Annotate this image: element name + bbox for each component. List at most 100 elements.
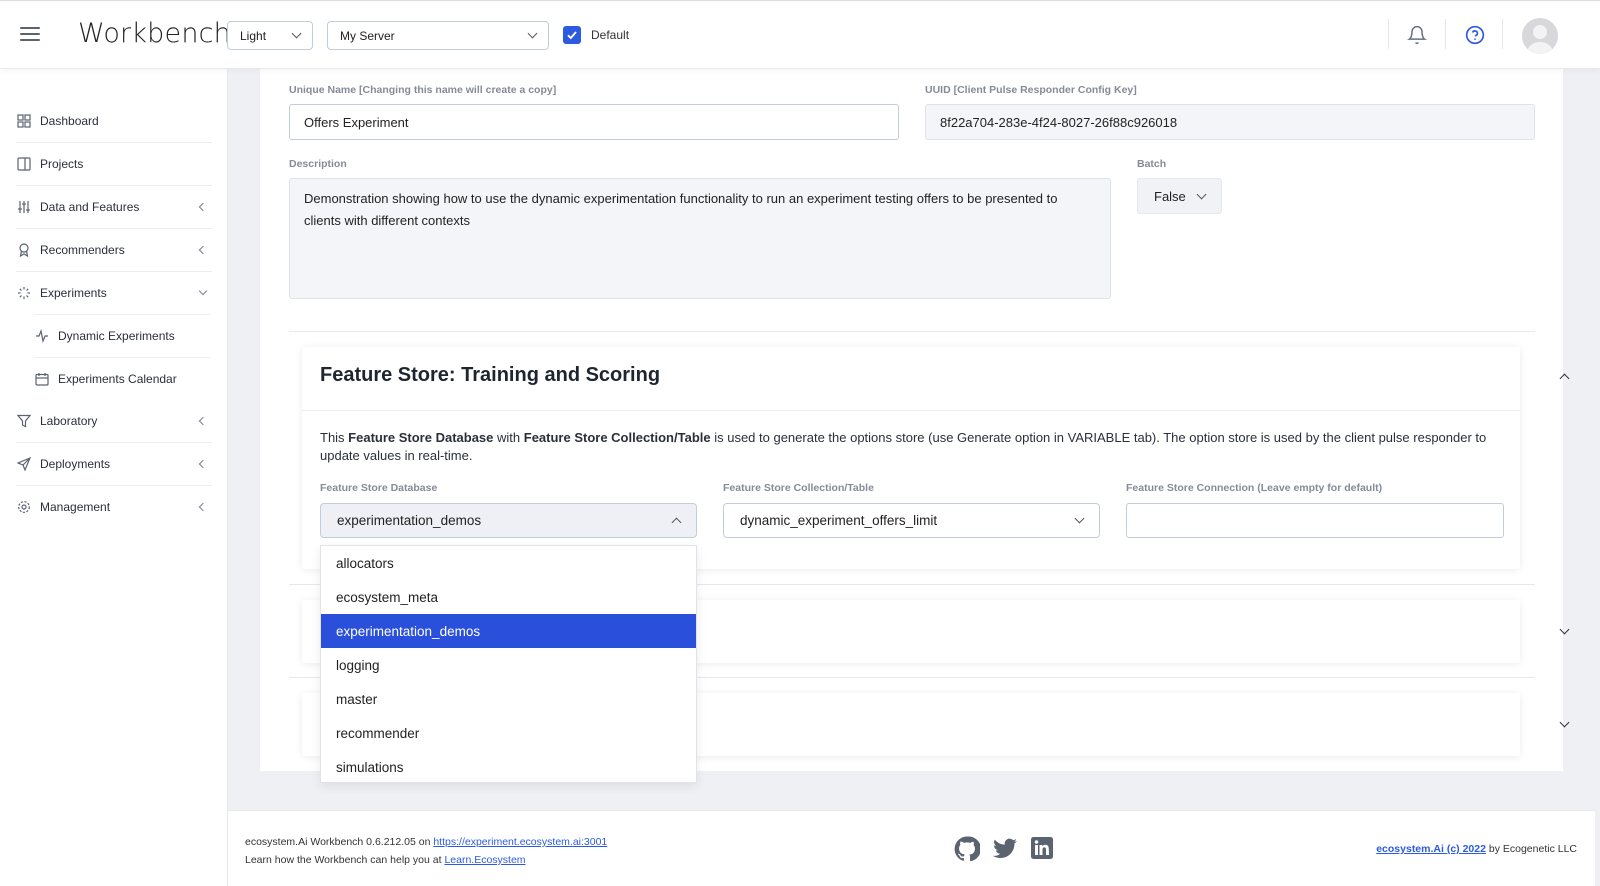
unique-name-input[interactable]: Offers Experiment bbox=[289, 104, 899, 140]
uuid-label: UUID [Client Pulse Responder Config Key] bbox=[925, 84, 1137, 96]
sliders-icon bbox=[18, 201, 30, 213]
learn-link[interactable]: Learn.Ecosystem bbox=[444, 854, 525, 866]
header-divider bbox=[1502, 19, 1503, 49]
server-select[interactable]: My Server bbox=[327, 21, 549, 50]
description-label: Description bbox=[289, 158, 347, 170]
dropdown-option[interactable]: simulations bbox=[321, 750, 696, 784]
calendar-icon bbox=[35, 373, 49, 386]
sidebar-item-label: Management bbox=[40, 500, 111, 514]
help-icon[interactable] bbox=[1465, 25, 1485, 45]
loader-icon bbox=[18, 287, 30, 299]
sidebar-item-experiments[interactable]: Experiments bbox=[0, 272, 228, 314]
sidebar-item-deployments[interactable]: Deployments bbox=[0, 443, 228, 485]
footer-copyright: ecosystem.Ai (c) 2022 by Ecogenetic LLC bbox=[1376, 843, 1577, 855]
sidebar-item-label: Laboratory bbox=[40, 414, 98, 428]
dropdown-option[interactable]: logging bbox=[321, 648, 696, 682]
theme-select-value: Light bbox=[240, 28, 267, 43]
menu-icon[interactable] bbox=[20, 27, 40, 41]
bell-icon[interactable] bbox=[1407, 25, 1427, 45]
chevron-down-icon bbox=[1074, 513, 1085, 524]
top-header: Workbench Light My Server Default bbox=[0, 0, 1600, 69]
unique-name-label: Unique Name [Changing this name will cre… bbox=[289, 84, 557, 96]
feature-store-description: This Feature Store Database with Feature… bbox=[320, 430, 1487, 463]
dropdown-option-selected[interactable]: experimentation_demos bbox=[321, 614, 696, 648]
default-label: Default bbox=[591, 28, 630, 42]
unique-name-value: Offers Experiment bbox=[304, 114, 409, 130]
sidebar-item-dynamic-experiments[interactable]: Dynamic Experiments bbox=[0, 315, 228, 357]
chevron-left-icon bbox=[198, 459, 208, 469]
chevron-down-icon bbox=[1196, 189, 1207, 199]
feature-store-collection-label: Feature Store Collection/Table bbox=[723, 482, 874, 494]
feature-store-connection-input[interactable] bbox=[1126, 503, 1504, 538]
dropdown-option[interactable]: allocators bbox=[321, 546, 696, 580]
check-icon bbox=[567, 31, 577, 40]
sidebar-item-management[interactable]: Management bbox=[0, 486, 228, 528]
sidebar-item-laboratory[interactable]: Laboratory bbox=[0, 400, 228, 442]
sidebar-item-projects[interactable]: Projects bbox=[0, 143, 228, 185]
chevron-up-icon bbox=[671, 517, 682, 528]
avatar[interactable] bbox=[1522, 18, 1558, 54]
dropdown-option[interactable]: master bbox=[321, 682, 696, 716]
sidebar-item-label: Recommenders bbox=[40, 243, 125, 257]
user-icon bbox=[1526, 25, 1554, 54]
header-divider bbox=[1445, 19, 1446, 49]
sidebar-item-label: Dashboard bbox=[40, 114, 99, 128]
uuid-field[interactable]: 8f22a704-283e-4f24-8027-26f88c926018 bbox=[925, 104, 1535, 140]
twitter-icon[interactable] bbox=[992, 836, 1018, 862]
sidebar-item-label: Projects bbox=[40, 157, 84, 171]
chevron-down-icon bbox=[527, 28, 538, 39]
feature-store-connection-label: Feature Store Connection (Leave empty fo… bbox=[1126, 482, 1383, 494]
filter-icon bbox=[17, 414, 31, 428]
sidebar-item-label: Experiments bbox=[40, 286, 107, 300]
uuid-value: 8f22a704-283e-4f24-8027-26f88c926018 bbox=[940, 114, 1178, 130]
batch-value: False bbox=[1154, 188, 1186, 204]
footer: ecosystem.Ai Workbench 0.6.212.05 on htt… bbox=[228, 810, 1595, 886]
chevron-down-icon bbox=[291, 28, 302, 39]
sidebar-item-label: Deployments bbox=[40, 457, 111, 471]
project-icon bbox=[17, 157, 31, 171]
sidebar-item-dashboard[interactable]: Dashboard bbox=[0, 100, 228, 142]
grid-icon bbox=[17, 114, 31, 128]
feature-store-db-dropdown: allocators ecosystem_meta experimentatio… bbox=[320, 545, 697, 783]
chevron-down-icon bbox=[198, 286, 208, 296]
description-textarea[interactable]: Demonstration showing how to use the dyn… bbox=[289, 178, 1111, 299]
feature-store-collection-value: dynamic_experiment_offers_limit bbox=[740, 513, 938, 528]
award-icon bbox=[19, 243, 29, 257]
app-title: Workbench bbox=[78, 18, 231, 49]
chevron-left-icon bbox=[198, 502, 208, 512]
server-link[interactable]: https://experiment.ecosystem.ai:3001 bbox=[433, 836, 607, 848]
chevron-left-icon bbox=[198, 202, 208, 212]
settings-icon bbox=[18, 501, 30, 513]
feature-store-collection-select[interactable]: dynamic_experiment_offers_limit bbox=[723, 503, 1100, 538]
send-icon bbox=[17, 457, 31, 471]
activity-icon bbox=[36, 329, 48, 343]
server-select-value: My Server bbox=[340, 28, 395, 43]
copyright-link[interactable]: ecosystem.Ai (c) 2022 bbox=[1376, 843, 1486, 855]
sidebar: Dashboard Projects Data and Features Rec… bbox=[0, 69, 228, 886]
footer-info: ecosystem.Ai Workbench 0.6.212.05 on htt… bbox=[245, 836, 608, 866]
sidebar-item-recommenders[interactable]: Recommenders bbox=[0, 229, 228, 271]
feature-store-db-value: experimentation_demos bbox=[337, 513, 482, 528]
sidebar-item-label: Experiments Calendar bbox=[58, 372, 177, 386]
dropdown-option[interactable]: ecosystem_meta bbox=[321, 580, 696, 614]
batch-select[interactable]: False bbox=[1137, 178, 1222, 214]
sidebar-item-data-and-features[interactable]: Data and Features bbox=[0, 186, 228, 228]
linkedin-icon[interactable] bbox=[1030, 836, 1054, 860]
feature-store-db-label: Feature Store Database bbox=[320, 482, 438, 494]
sidebar-item-label: Data and Features bbox=[40, 200, 140, 214]
batch-label: Batch bbox=[1137, 158, 1167, 170]
sidebar-item-label: Dynamic Experiments bbox=[58, 329, 175, 343]
social-links bbox=[954, 836, 1054, 862]
feature-store-db-select[interactable]: experimentation_demos bbox=[320, 503, 697, 538]
chevron-left-icon bbox=[198, 416, 208, 426]
github-icon[interactable] bbox=[954, 836, 980, 862]
divider bbox=[289, 331, 1535, 332]
divider bbox=[302, 410, 1520, 411]
header-divider bbox=[1388, 19, 1389, 49]
chevron-left-icon bbox=[198, 245, 208, 255]
dropdown-option[interactable]: recommender bbox=[321, 716, 696, 750]
default-checkbox[interactable] bbox=[563, 26, 581, 44]
theme-select[interactable]: Light bbox=[227, 21, 313, 50]
sidebar-item-experiments-calendar[interactable]: Experiments Calendar bbox=[0, 358, 228, 400]
feature-store-title: Feature Store: Training and Scoring bbox=[320, 364, 661, 386]
